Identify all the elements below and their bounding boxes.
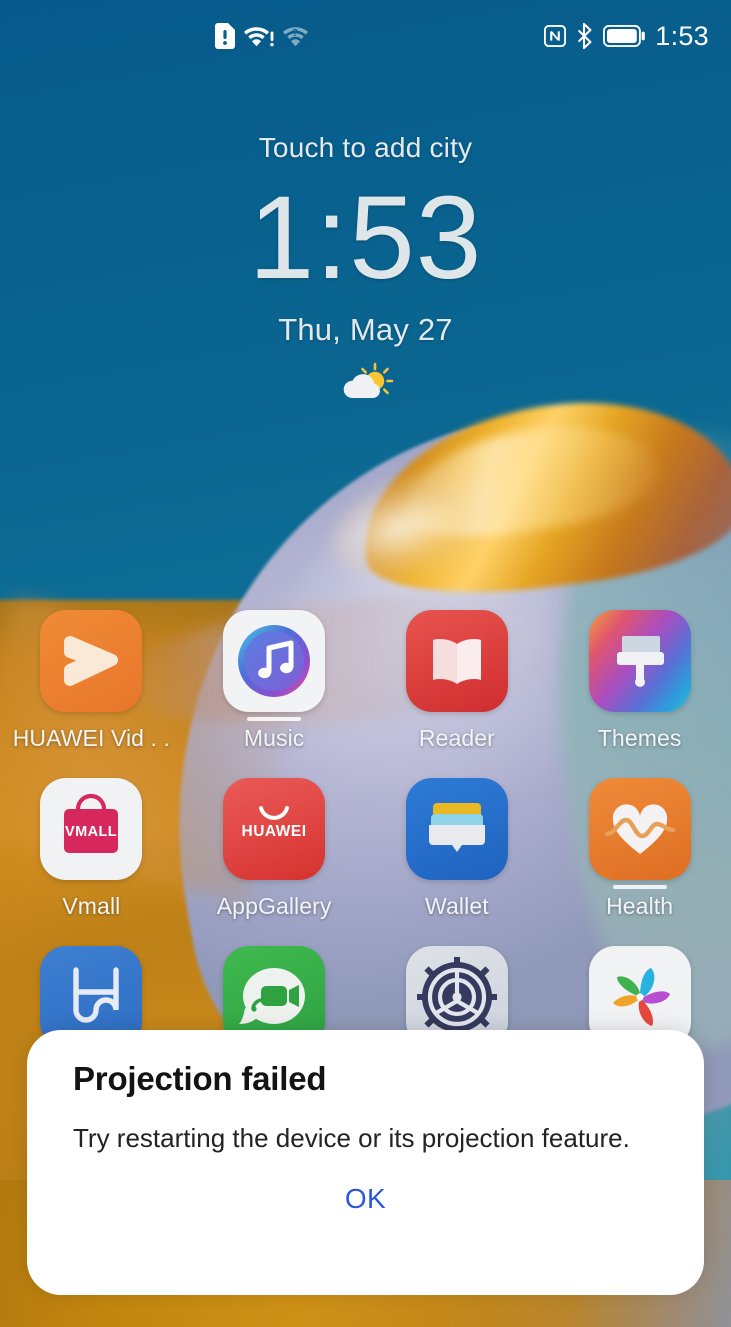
app-label: HUAWEI Vid . . — [12, 725, 171, 751]
wifi-question-icon: ? — [283, 24, 310, 48]
ok-button[interactable]: OK — [311, 1177, 420, 1221]
status-bar-clock: 1:53 — [655, 20, 709, 51]
app-health[interactable]: Health — [548, 778, 731, 946]
app-label: Reader — [418, 725, 495, 751]
app-row-2: VMALL Vmall HUAWEI AppGallery Wallet Hea… — [0, 778, 731, 946]
battery-icon — [603, 25, 646, 47]
dialog-message: Try restarting the device or its project… — [73, 1123, 630, 1153]
phone-screen: ? 1:53 Touch to add city 1:53 Thu, May 2… — [0, 0, 731, 1327]
vmall-icon: VMALL — [40, 778, 143, 880]
app-row-1: HUAWEI Vid . . Music Reader Themes — [0, 610, 731, 778]
wifi-alert-icon — [244, 24, 274, 48]
status-bar[interactable]: ? 1:53 — [0, 0, 731, 72]
app-running-indicator — [247, 717, 302, 721]
appgallery-icon: HUAWEI — [223, 778, 326, 880]
app-label: Themes — [597, 725, 682, 751]
app-appgallery[interactable]: HUAWEI AppGallery — [183, 778, 366, 946]
app-reader[interactable]: Reader — [366, 610, 549, 778]
sim-card-alert-icon — [215, 23, 235, 49]
huawei-wordmark: HUAWEI — [242, 823, 307, 840]
lockscreen-clock-widget[interactable]: Touch to add city 1:53 Thu, May 27 — [0, 132, 731, 402]
app-label: Music — [243, 725, 305, 751]
themes-icon — [588, 610, 691, 712]
app-themes[interactable]: Themes — [548, 610, 731, 778]
huawei-video-icon — [40, 610, 143, 712]
clock-time: 1:53 — [248, 172, 483, 304]
svg-text:?: ? — [292, 28, 298, 39]
bluetooth-icon — [576, 23, 593, 49]
projection-failed-dialog: Projection failed Try restarting the dev… — [27, 1030, 704, 1295]
wallet-icon — [405, 778, 508, 880]
app-label: Vmall — [62, 893, 121, 919]
nfc-icon — [544, 25, 567, 47]
app-label: Health — [606, 893, 674, 919]
app-label: AppGallery — [216, 893, 332, 919]
app-wallet[interactable]: Wallet — [366, 778, 549, 946]
status-bar-left-icons: ? — [215, 23, 310, 49]
health-icon — [588, 778, 691, 880]
status-bar-right: 1:53 — [544, 21, 709, 52]
app-huawei-video[interactable]: HUAWEI Vid . . — [0, 610, 183, 778]
add-city-hint[interactable]: Touch to add city — [0, 132, 731, 164]
dialog-actions: OK — [27, 1177, 704, 1221]
weather-widget[interactable] — [0, 362, 731, 402]
clock-date: Thu, May 27 — [278, 312, 453, 348]
app-running-indicator — [612, 885, 667, 889]
vmall-wordmark: VMALL — [65, 824, 117, 840]
dialog-title: Projection failed — [73, 1060, 327, 1097]
app-vmall[interactable]: VMALL Vmall — [0, 778, 183, 946]
app-music[interactable]: Music — [183, 610, 366, 778]
sun-behind-cloud-icon — [337, 362, 395, 402]
reader-icon — [405, 610, 508, 712]
music-icon — [223, 610, 326, 712]
app-label: Wallet — [425, 893, 489, 919]
